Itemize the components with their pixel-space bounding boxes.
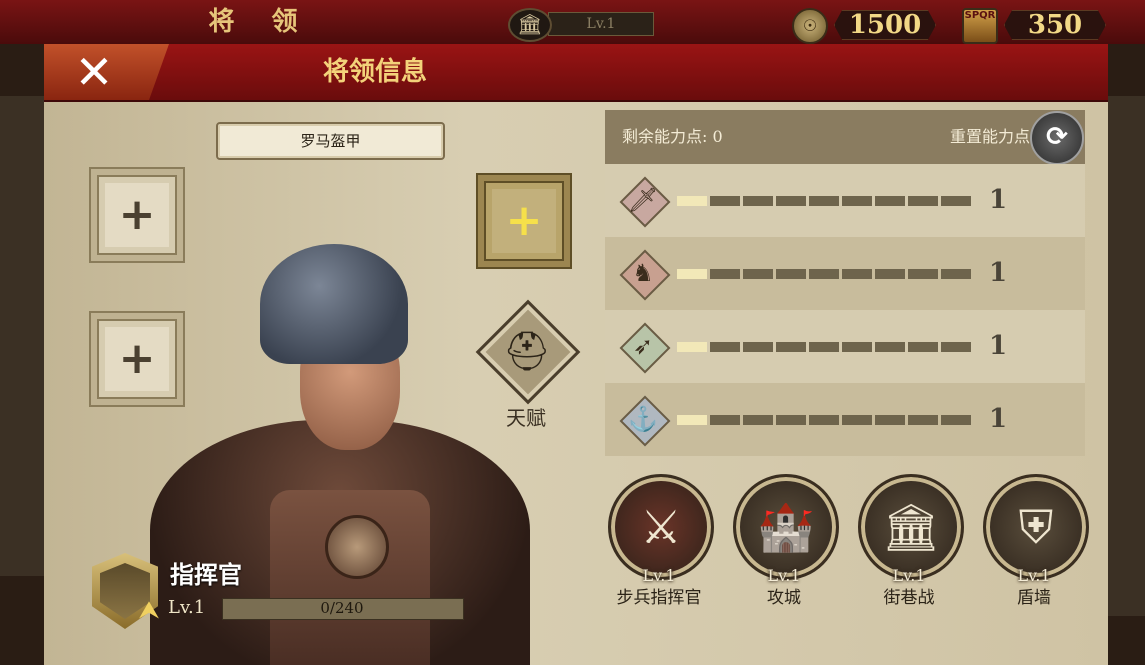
reset-points-label: 重置能力点 [949, 127, 1030, 146]
remaining-points-label: 剩余能力点: 0 [622, 127, 723, 146]
stat-bar-segment [710, 269, 740, 279]
stat-bar-segment [677, 269, 707, 279]
skill-name: 攻城 [767, 588, 801, 608]
spqr-resource[interactable]: SPQR 350 [962, 8, 1112, 44]
stat-value: 1 [988, 258, 1008, 288]
spqr-value: 350 [1004, 10, 1106, 40]
stat-bar-segment [875, 342, 905, 352]
stat-bar [677, 415, 971, 425]
stat-bar [677, 196, 971, 206]
skill-shield-wall[interactable]: ⛨ Lv.1 盾墙 [981, 474, 1091, 614]
anchor-icon: ⚓ [628, 405, 658, 433]
stat-bar-segment [743, 415, 773, 425]
stat-bar-segment [776, 196, 806, 206]
building-level-label: Lv.1 [548, 12, 654, 36]
stat-bar-segment [710, 415, 740, 425]
gold-resource[interactable]: ☉ 1500 [792, 8, 942, 44]
stat-bar-segment [776, 415, 806, 425]
stat-bar-segment [809, 269, 839, 279]
skill-infantry-commander[interactable]: ⚔ Lv.1 步兵指挥官 [606, 474, 716, 614]
portrait-helmet [260, 244, 408, 364]
dialog-header [44, 44, 1108, 102]
bow-icon: ➶ [632, 332, 654, 360]
stat-bar-segment [941, 196, 971, 206]
stat-bar [677, 269, 971, 279]
stat-bar-segment [809, 196, 839, 206]
background-decor-right [1108, 96, 1145, 616]
stat-bar-segment [776, 269, 806, 279]
skill-name: 盾墙 [1017, 588, 1051, 608]
building-level[interactable]: Lv.1 🏛 [508, 8, 654, 42]
temple-icon: 🏛 [508, 8, 552, 42]
crossed-swords-icon: ⚔ [640, 500, 682, 554]
stat-bar-segment [842, 342, 872, 352]
xp-text: 0/240 [320, 599, 364, 617]
stat-bar-segment [908, 269, 938, 279]
stat-value: 1 [988, 404, 1008, 434]
stat-row-naval[interactable]: ⚓ 1 [605, 383, 1085, 456]
stat-bar-segment [842, 415, 872, 425]
stat-bar-segment [908, 415, 938, 425]
stat-bar-segment [776, 342, 806, 352]
stat-bar-segment [677, 196, 707, 206]
skill-street-fighting[interactable]: 🏛 Lv.1 街巷战 [856, 474, 966, 614]
stat-bar-segment [677, 415, 707, 425]
stat-bar-segment [875, 196, 905, 206]
stat-bar-segment [710, 196, 740, 206]
spqr-emblem-icon: SPQR [962, 8, 998, 44]
skill-name: 步兵指挥官 [616, 588, 702, 608]
stat-value: 1 [988, 185, 1008, 215]
stat-bar-segment [809, 415, 839, 425]
skill-name: 街巷战 [883, 588, 935, 608]
stat-bar-segment [908, 196, 938, 206]
stat-bar-segment [743, 269, 773, 279]
siege-wall-icon: 🏰 [757, 500, 815, 554]
rank-up-arrow-icon: ⮝ [139, 598, 159, 623]
skill-level: Lv.1 [767, 566, 801, 585]
skill-siege[interactable]: 🏰 Lv.1 攻城 [731, 474, 841, 614]
stat-bar-segment [875, 415, 905, 425]
armor-name-label: 罗马盔甲 [216, 122, 445, 160]
stat-value: 1 [988, 331, 1008, 361]
stat-row-infantry[interactable]: 🗡 1 [605, 164, 1085, 237]
stat-bar-segment [941, 269, 971, 279]
stat-row-archery[interactable]: ➶ 1 [605, 310, 1085, 383]
commander-level: Lv.1 [168, 597, 206, 618]
skill-level: Lv.1 [892, 566, 926, 585]
skill-level: Lv.1 [1017, 566, 1051, 585]
stat-bar-segment [743, 342, 773, 352]
stat-bar-segment [809, 342, 839, 352]
stat-bar-segment [941, 342, 971, 352]
stat-bar-segment [875, 269, 905, 279]
city-street-icon: 🏛 [881, 500, 941, 554]
gold-value: 1500 [834, 10, 936, 40]
stat-bar-segment [842, 269, 872, 279]
skill-level: Lv.1 [642, 566, 676, 585]
plus-icon: + [105, 183, 169, 247]
background-decor-left [0, 96, 50, 576]
shield-wall-icon: ⛨ [1018, 500, 1054, 554]
stat-row-cavalry[interactable]: ♞ 1 [605, 237, 1085, 310]
dialog-title: 将领信息 [322, 57, 427, 87]
coin-icon: ☉ [792, 8, 828, 44]
page-title: 将 领 [208, 7, 312, 37]
stat-bar-segment [941, 415, 971, 425]
stat-bar-segment [908, 342, 938, 352]
stat-bar-segment [677, 342, 707, 352]
close-icon: ✕ [74, 45, 114, 99]
stat-bar-segment [743, 196, 773, 206]
stat-bar-segment [842, 196, 872, 206]
horse-icon: ♞ [632, 259, 654, 287]
stat-bar [677, 342, 971, 352]
reset-points-button[interactable]: ⟳ [1030, 111, 1084, 165]
close-button[interactable]: ✕ [44, 44, 169, 100]
commander-name: 指挥官 [170, 560, 242, 589]
stat-bar-segment [710, 342, 740, 352]
portrait-medallion [325, 515, 389, 579]
refresh-icon: ⟳ [1046, 122, 1068, 152]
sword-icon: 🗡 [627, 186, 659, 214]
